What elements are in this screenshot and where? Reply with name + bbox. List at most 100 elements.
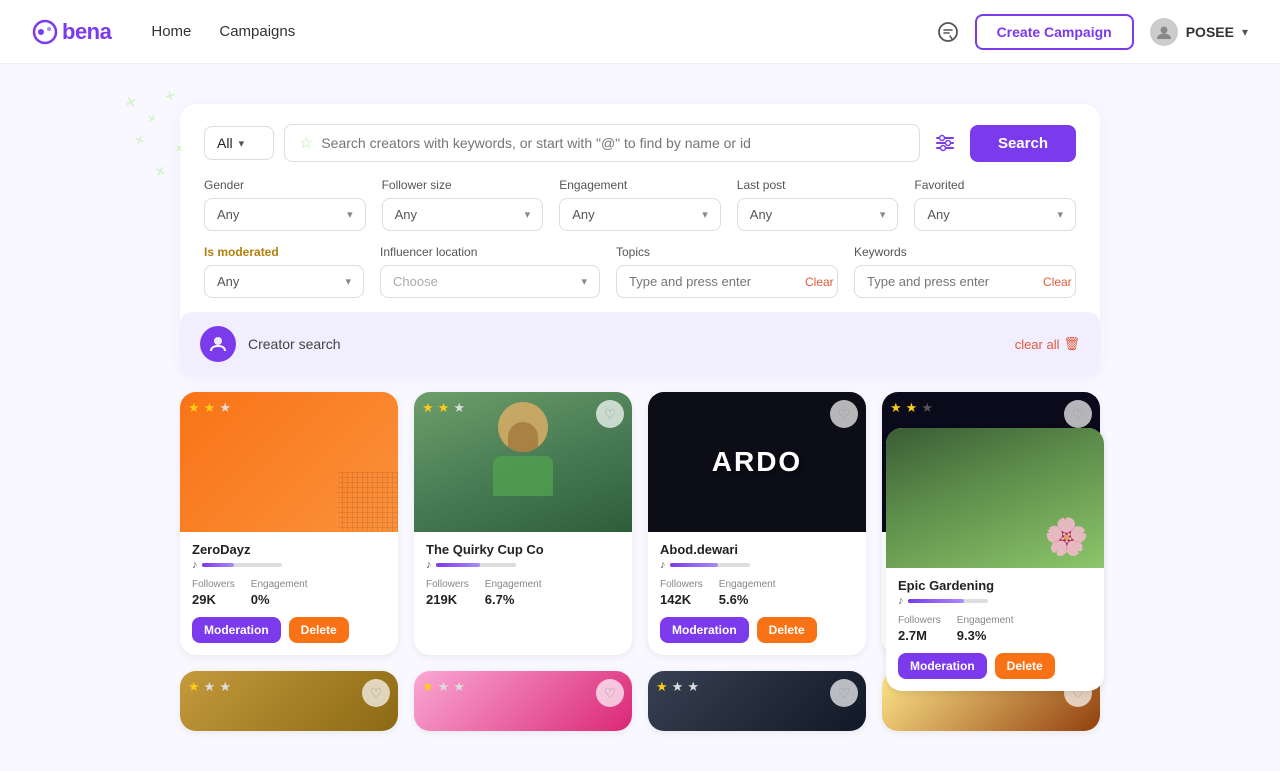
clear-all-button[interactable]: clear all 🗑 <box>1015 336 1080 352</box>
star-1: ★ <box>188 679 200 695</box>
ethan-heart-button[interactable]: ♡ <box>1064 400 1092 428</box>
is-moderated-arrow: ▾ <box>345 275 351 288</box>
keywords-clear-button[interactable]: Clear <box>1043 275 1072 289</box>
tiktok-icon: ♪ <box>898 595 904 607</box>
filter-icon <box>934 132 956 154</box>
gender-select[interactable]: Any ▾ <box>204 198 366 231</box>
epic-delete-button[interactable]: Delete <box>995 653 1055 679</box>
engagement-select[interactable]: Any ▾ <box>559 198 721 231</box>
followers-value: 219K <box>426 592 469 607</box>
star-2: ★ <box>204 400 216 416</box>
filter-icon-button[interactable] <box>930 128 960 158</box>
favorited-label: Favorited <box>914 178 1076 192</box>
card-abod-body: Abod.dewari ♪ Followers 142K Engagement … <box>648 532 866 655</box>
follower-size-value: Any <box>395 207 417 222</box>
search-button[interactable]: Search <box>970 125 1076 162</box>
search-panel: All ▾ ☆ Search <box>180 104 1100 376</box>
card-quirky-cup: ★ ★ ★ ♡ The Quirky Cup Co ♪ Followers <box>414 392 632 655</box>
topics-clear-button[interactable]: Clear <box>805 275 834 289</box>
search-input[interactable] <box>321 135 905 151</box>
card-dark-stars: ★ ★ ★ <box>656 679 699 695</box>
card-zerodayz: ★ ★ ★ ZeroDayz ♪ Followers 29K <box>180 392 398 655</box>
user-avatar <box>1150 18 1178 46</box>
star-3: ★ <box>219 679 231 695</box>
chevron-down-icon: ▾ <box>1242 25 1248 39</box>
engagement-value: 6.7% <box>485 592 542 607</box>
last-post-value: Any <box>750 207 772 222</box>
last-post-label: Last post <box>737 178 899 192</box>
followers-value: 142K <box>660 592 703 607</box>
creator-search-bar: Creator search clear all 🗑 <box>180 312 1100 376</box>
chat-button[interactable] <box>937 21 959 43</box>
girl-heart-button[interactable]: ♡ <box>596 679 624 707</box>
keywords-input-wrap: Clear <box>854 265 1076 298</box>
abod-followers: Followers 142K <box>660 579 703 607</box>
platform-select-arrow: ▾ <box>239 137 245 150</box>
card-epic-gardening-body: Epic Gardening ♪ Followers 2.7M Engageme… <box>886 568 1104 691</box>
user-menu[interactable]: POSEE ▾ <box>1150 18 1248 46</box>
influencer-location-filter: Influencer location Choose ▾ <box>380 245 600 298</box>
card-epic-gardening-image: 🌸 <box>886 428 1104 568</box>
quirky-heart-button[interactable]: ♡ <box>596 400 624 428</box>
engagement-label: Engagement <box>957 615 1014 626</box>
avatar-icon <box>1155 23 1173 41</box>
card-girl: ★ ★ ★ ♡ <box>414 671 632 731</box>
card-abod-actions: Moderation Delete <box>660 617 854 643</box>
favorited-select[interactable]: Any ▾ <box>914 198 1076 231</box>
follower-size-arrow: ▾ <box>525 208 531 221</box>
abod-heart-button[interactable]: ♡ <box>830 400 858 428</box>
card-ethan-stars: ★ ★ ★ <box>890 400 933 416</box>
quirky-followers: Followers 219K <box>426 579 469 607</box>
abod-delete-button[interactable]: Delete <box>757 617 817 643</box>
engagement-arrow: ▾ <box>702 208 708 221</box>
last-post-arrow: ▾ <box>880 208 886 221</box>
star-3: ★ <box>453 400 465 416</box>
card-epic-stats: Followers 2.7M Engagement 9.3% <box>898 615 1092 643</box>
card-girl-image: ★ ★ ★ ♡ <box>414 671 632 731</box>
create-campaign-button[interactable]: Create Campaign <box>975 14 1134 50</box>
topics-filter: Topics Clear <box>616 245 838 298</box>
star-1: ★ <box>656 679 668 695</box>
dog-heart-button[interactable]: ♡ <box>362 679 390 707</box>
card-zerodayz-name: ZeroDayz <box>192 542 386 557</box>
platform-select-value: All <box>217 135 233 151</box>
quirky-engagement: Engagement 6.7% <box>485 579 542 607</box>
zerodayz-delete-button[interactable]: Delete <box>289 617 349 643</box>
keywords-input[interactable] <box>867 274 1043 289</box>
clear-all-icon: 🗑 <box>1063 336 1080 352</box>
followers-value: 2.7M <box>898 628 941 643</box>
card-abod: ARDO ♡ Abod.dewari ♪ Followers <box>648 392 866 655</box>
platform-select[interactable]: All ▾ <box>204 126 274 160</box>
is-moderated-select[interactable]: Any ▾ <box>204 265 364 298</box>
card-quirky-name: The Quirky Cup Co <box>426 542 620 557</box>
tiktok-icon: ♪ <box>660 559 666 571</box>
navbar-right: Create Campaign POSEE ▾ <box>937 14 1248 50</box>
gender-value: Any <box>217 207 239 222</box>
zerodayz-followers: Followers 29K <box>192 579 235 607</box>
epic-moderation-button[interactable]: Moderation <box>898 653 987 679</box>
card-dog-image: ★ ★ ★ ♡ <box>180 671 398 731</box>
influencer-location-select[interactable]: Choose ▾ <box>380 265 600 298</box>
dark-heart-button[interactable]: ♡ <box>830 679 858 707</box>
influencer-location-label: Influencer location <box>380 245 600 259</box>
last-post-filter: Last post Any ▾ <box>737 178 899 231</box>
abod-moderation-button[interactable]: Moderation <box>660 617 749 643</box>
nav-home[interactable]: Home <box>151 23 191 40</box>
gender-arrow: ▾ <box>347 208 353 221</box>
nav-campaigns[interactable]: Campaigns <box>219 23 295 40</box>
card-dark-image: ★ ★ ★ ♡ <box>648 671 866 731</box>
zerodayz-moderation-button[interactable]: Moderation <box>192 617 281 643</box>
keywords-label: Keywords <box>854 245 1076 259</box>
last-post-select[interactable]: Any ▾ <box>737 198 899 231</box>
tiktok-icon: ♪ <box>192 559 198 571</box>
star-1: ★ <box>422 400 434 416</box>
card-zerodayz-platform: ♪ <box>192 559 386 571</box>
follower-size-select[interactable]: Any ▾ <box>382 198 544 231</box>
star-2: ★ <box>672 679 684 695</box>
logo-icon <box>32 19 58 45</box>
star-3: ★ <box>219 400 231 416</box>
star-1: ★ <box>422 679 434 695</box>
epic-engagement: Engagement 9.3% <box>957 615 1014 643</box>
topics-input[interactable] <box>629 274 805 289</box>
followers-label: Followers <box>660 579 703 590</box>
